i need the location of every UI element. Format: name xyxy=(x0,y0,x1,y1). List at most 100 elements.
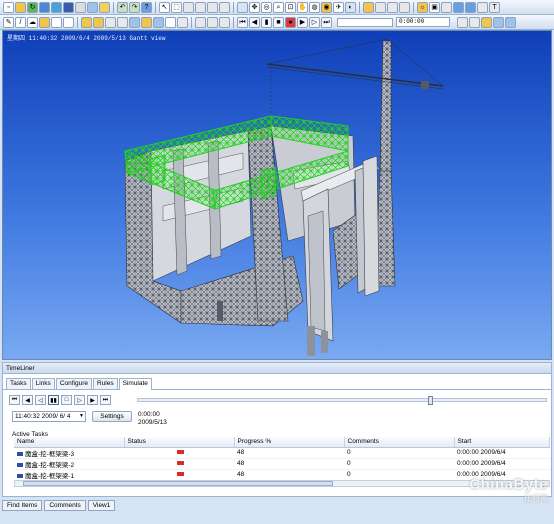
anim-first-icon[interactable]: ⏮ xyxy=(237,16,248,28)
walk-icon[interactable]: ✥ xyxy=(249,1,260,13)
require-icon[interactable] xyxy=(207,1,218,13)
render-icon[interactable]: ▣ xyxy=(429,1,440,13)
tab-comments[interactable]: Comments xyxy=(44,500,86,511)
sun-icon[interactable]: ☼ xyxy=(417,1,428,13)
record-icon[interactable]: ● xyxy=(285,16,296,28)
window-icon[interactable] xyxy=(493,16,504,28)
gravity-icon[interactable] xyxy=(387,1,398,13)
anim-pause-icon[interactable]: ▮ xyxy=(261,16,272,28)
comments-icon[interactable] xyxy=(129,16,140,28)
properties-icon[interactable] xyxy=(105,16,116,28)
merge-icon[interactable] xyxy=(39,1,50,13)
tab-simulate[interactable]: Simulate xyxy=(118,378,152,390)
tab-tasks[interactable]: Tasks xyxy=(6,378,31,389)
text-icon[interactable]: T xyxy=(489,1,500,13)
refresh-icon[interactable]: ↻ xyxy=(27,1,38,13)
camera-icon[interactable] xyxy=(237,1,248,13)
layers-icon[interactable] xyxy=(153,16,164,28)
examine-icon[interactable]: ◉ xyxy=(321,1,332,13)
collision-icon[interactable] xyxy=(375,1,386,13)
3d-viewport[interactable]: 星期四 11:40:32 2009/6/4 2009/5/13 Gantt vi… xyxy=(2,30,552,360)
select-icon[interactable]: ↖ xyxy=(159,1,170,13)
presenter-icon[interactable] xyxy=(477,1,488,13)
date-time-picker[interactable]: 11:40:32 2009/ 6/ 4 ▼ xyxy=(12,411,86,422)
photo-icon[interactable] xyxy=(141,16,152,28)
clash-icon[interactable] xyxy=(465,1,476,13)
measure-icon[interactable] xyxy=(63,16,74,28)
link-icon[interactable] xyxy=(469,16,480,28)
anim-last-icon[interactable]: ⏭ xyxy=(321,16,332,28)
table-row[interactable]: 魔盒-挖-框架梁-2 48 0 0:00:00 2009/6/4 xyxy=(14,458,550,470)
slice-icon[interactable] xyxy=(195,16,206,28)
select-box-icon[interactable]: ⬚ xyxy=(171,1,182,13)
timeliner-icon[interactable] xyxy=(453,1,464,13)
fly-icon[interactable]: ✈ xyxy=(333,1,344,13)
layout-icon[interactable] xyxy=(505,16,516,28)
settings-button[interactable]: Settings xyxy=(92,411,132,422)
select-same-icon[interactable] xyxy=(183,1,194,13)
perspective-icon[interactable] xyxy=(363,1,374,13)
find-items-icon[interactable] xyxy=(117,16,128,28)
turntable-icon[interactable]: ◐ xyxy=(345,1,356,13)
unhide-icon[interactable] xyxy=(219,1,230,13)
email-icon[interactable] xyxy=(99,1,110,13)
step-forward-icon[interactable]: ▶ xyxy=(87,395,98,405)
bookmark-icon[interactable] xyxy=(177,16,188,28)
horizontal-scrollbar-thumb[interactable] xyxy=(23,481,333,486)
new-file-icon[interactable]: ▫ xyxy=(3,1,14,13)
anim-forward-icon[interactable]: ▷ xyxy=(309,16,320,28)
sets-icon[interactable] xyxy=(93,16,104,28)
column-header-name[interactable]: Name xyxy=(14,437,125,448)
orbit-icon[interactable]: ◍ xyxy=(309,1,320,13)
column-header-progress[interactable]: Progress % xyxy=(234,437,345,448)
save-icon[interactable] xyxy=(63,1,74,13)
hide-icon[interactable] xyxy=(195,1,206,13)
pause-icon[interactable]: ▮▮ xyxy=(48,395,59,405)
help-icon[interactable]: ? xyxy=(141,1,152,13)
script-icon[interactable] xyxy=(457,16,468,28)
step-back-icon[interactable]: ◀ xyxy=(22,395,33,405)
column-header-comments[interactable]: Comments xyxy=(344,437,455,448)
tag-icon[interactable] xyxy=(39,16,50,28)
animation-slider[interactable] xyxy=(337,17,393,27)
ok-icon[interactable] xyxy=(481,16,492,28)
chevron-down-icon[interactable]: ▼ xyxy=(79,412,84,421)
anim-back-icon[interactable]: ◀ xyxy=(249,16,260,28)
anim-stop-icon[interactable]: ■ xyxy=(273,16,284,28)
viewpoint-icon[interactable] xyxy=(441,1,452,13)
rewind-start-icon[interactable]: ⏮ xyxy=(9,395,20,405)
comment-icon[interactable] xyxy=(51,16,62,28)
section-icon[interactable] xyxy=(207,16,218,28)
zoom-box-icon[interactable]: ⊡ xyxy=(285,1,296,13)
publish-icon[interactable] xyxy=(87,1,98,13)
append-icon[interactable] xyxy=(51,1,62,13)
redline-line-icon[interactable]: / xyxy=(15,16,26,28)
crouch-icon[interactable] xyxy=(399,1,410,13)
simulation-slider[interactable] xyxy=(137,396,547,405)
pan-icon[interactable]: ✋ xyxy=(297,1,308,13)
tab-rules[interactable]: Rules xyxy=(93,378,118,389)
tab-links[interactable]: Links xyxy=(31,378,55,389)
tab-find-items[interactable]: Find Items xyxy=(2,500,43,511)
redo-icon[interactable]: ↷ xyxy=(129,1,140,13)
simulation-slider-thumb[interactable] xyxy=(428,396,434,405)
forward-end-icon[interactable]: ⏭ xyxy=(100,395,111,405)
look-around-icon[interactable]: ◎ xyxy=(261,1,272,13)
print-icon[interactable] xyxy=(75,1,86,13)
selection-tree-icon[interactable] xyxy=(81,16,92,28)
appearance-icon[interactable] xyxy=(219,16,230,28)
anim-play-icon[interactable]: ▶ xyxy=(297,16,308,28)
tab-view1[interactable]: View1 xyxy=(87,500,116,511)
zoom-icon[interactable]: ⌕ xyxy=(273,1,284,13)
table-row[interactable]: 魔盒-挖-框架梁-3 48 0 0:00:00 2009/6/4 xyxy=(14,447,550,459)
play-backward-icon[interactable]: ◁ xyxy=(35,395,46,405)
column-header-status[interactable]: Status xyxy=(124,437,235,448)
tab-configure[interactable]: Configure xyxy=(55,378,92,389)
column-header-start[interactable]: Start xyxy=(454,437,550,448)
redline-pen-icon[interactable]: ✎ xyxy=(3,16,14,28)
grid-icon[interactable] xyxy=(165,16,176,28)
undo-icon[interactable]: ↶ xyxy=(117,1,128,13)
redline-cloud-icon[interactable]: ☁ xyxy=(27,16,38,28)
stop-icon[interactable]: □ xyxy=(61,395,72,405)
open-folder-icon[interactable] xyxy=(15,1,26,13)
